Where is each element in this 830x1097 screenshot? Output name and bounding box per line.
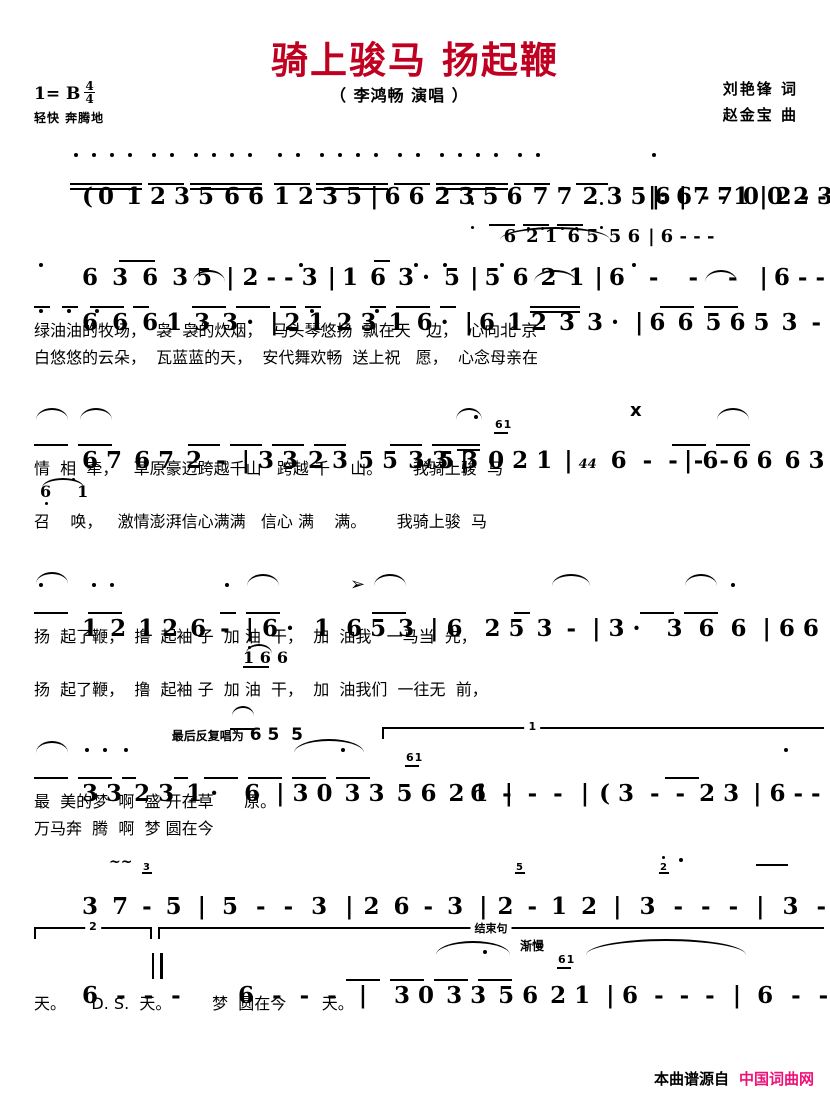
last-repeat-label: 最后反复唱为 <box>171 729 244 743</box>
footer-source: 本曲谱源自 中国词曲网 <box>654 1068 814 1089</box>
slur-row8-b <box>586 939 746 955</box>
performer-credit: （ 李鸿畅 演唱 ） <box>330 86 469 105</box>
score-row-8: 6--- 6---| 3 03 35 62 1| 6---|6---‖ 2 结束… <box>0 920 830 1035</box>
row-5-notes: 121 26-|6 ·16 53|62 53-|3 ·366|6 65 62-| <box>82 615 819 642</box>
row-2-notes: 6363 5|2 - - 3|163 ·5|5621|6---|6 - - -|… <box>82 264 826 291</box>
row-3-lyrics-verse2: 白悠悠的云朵， 瓦蓝蓝的天， 安代舞欢畅 送上祝 愿， 心念母亲在 <box>34 348 538 367</box>
portamento-row5: ➢ <box>350 574 366 595</box>
key-signature: 1= B44 <box>34 80 95 105</box>
score-row-6: 3 32 31 · 6 | 3 03 35 62 1 | 6- - - |( 3--2 3 | 6… <box>0 720 830 853</box>
grace-note-6-1-row8: 61 <box>558 953 575 966</box>
slur-row5-d <box>552 574 590 586</box>
second-ending-bracket: 2 <box>34 920 152 939</box>
footer-brand: 中国词曲网 <box>738 1070 814 1088</box>
slur-row4-d <box>717 408 749 420</box>
score-row-1: (0 1 2 3 56 61 2 3 5 | 6 62 3 5 67 72 3 5 6… <box>0 153 830 210</box>
first-ending-bracket: 1 <box>382 720 824 739</box>
row-4-lyrics-verse1: 情 相 牵， 草原豪迈跨越千山 跨越 千 山。 我骑上骏 马 <box>34 459 503 478</box>
last-repeat-notes: 6 5 5 <box>249 725 303 745</box>
row-5-lyrics-verse2: 扬 起了鞭， 撸 起袖 子 加 油 干， 加 油我们 一往无 前， <box>34 680 488 699</box>
second-ending-label: 2 <box>85 920 101 933</box>
score-row-5: 121 26-|6 ·16 53|62 53-|3 ·366|6 65 62-|… <box>0 572 830 703</box>
ending-phrase-bracket: 结束句 <box>158 920 824 939</box>
slur-row8-a <box>436 941 510 955</box>
row-4-notes-3: |66 66 33| <box>684 447 825 474</box>
footer-source-label: 本曲谱源自 <box>653 1070 729 1088</box>
ritard-marking: 渐慢 <box>520 939 545 953</box>
slur-row4-a <box>36 408 68 420</box>
slur-row6-a <box>36 741 68 753</box>
row-7-notes: 37-5|5--3|26-3|2-12|3---|3---2 3:‖ <box>82 893 827 920</box>
double-barline-1 <box>152 953 163 979</box>
row-8-notes-4: 6---|6---‖ <box>622 982 829 1009</box>
score-row-2: 62 16 55 6 | 6 - - - 6363 5 | 2 - - 3 | 1 6 3 · 5… <box>0 202 830 291</box>
slur-row5-c <box>374 574 406 586</box>
row-8-lyrics: 天。 D. S. 天。 梦 圆在今 天。 <box>34 994 354 1013</box>
row-6-lyrics-verse2: 万马奔 腾 啊 梦 圆在今 <box>34 819 214 838</box>
score-row-4: 6 76 7 2- | 3 32 35 53 3 | 24 5 30 2 1 | 44 6- - -… <box>0 400 830 540</box>
composer-credit: 赵金宝 曲 <box>722 106 798 124</box>
row-6-notes-2: 6---|( 3--2 3|6 - -1| <box>470 780 821 807</box>
slur-row4-c <box>456 408 482 420</box>
slur-row5-a <box>36 572 68 584</box>
slur-row5-e <box>685 574 717 586</box>
last-repeat-annotation: 最后反复唱为 6 5 5 <box>155 711 303 759</box>
score-row-7: 37-5|5--3|26-3|2-12|3---|3---2 3:‖ ~~ 3 … <box>0 854 830 920</box>
time-signature-denominator: 4 <box>85 92 94 106</box>
first-ending-label: 1 <box>524 720 541 733</box>
score-row-3: 666 133 ·|2 12 316 ·|61 233 ·|665 6 53-|… <box>0 270 830 372</box>
grace-note-6-1-row4: 61 <box>495 418 512 431</box>
row-1-notes-tail: ‖:6 - -1|2 - -3| <box>648 183 827 210</box>
tempo-marking: 轻快 奔腾地 <box>34 111 105 125</box>
mordent-row7: ~~ <box>109 854 133 870</box>
slur-row6-b <box>294 739 364 753</box>
page-title: 骑上骏马 扬起鞭 <box>271 39 559 82</box>
sheet-music-page: 骑上骏马 扬起鞭 1= B44 轻快 奔腾地 （ 李鸿畅 演唱 ） 刘艳锋 词 … <box>0 0 830 1097</box>
slur-row4-b <box>80 408 112 420</box>
slur-row5-b <box>247 574 279 586</box>
row-4-lyrics-verse2: 召 唤， 激情澎湃信心满满 信心 满 满。 我骑上骏 马 <box>34 512 487 531</box>
row-3-notes: 666 133 ·|2 12 316 ·|61 233 ·|665 6 53-|… <box>82 309 822 336</box>
row-5-lyrics-verse1: 扬 起了鞭， 撸 起袖 子 加 油 干， 加 油我 一马当 先， <box>34 627 477 646</box>
grace-note-6-1-row6: 61 <box>406 751 423 764</box>
row-6-lyrics-verse1: 最 美的梦 啊 盛 开在草 原。 <box>34 792 277 811</box>
time-signature: 44 <box>84 80 95 106</box>
lyricist-credit: 刘艳锋 词 <box>722 80 798 98</box>
segno-sign: x <box>630 400 642 421</box>
row-3-lyrics-verse1: 绿油油的牧场， 袅 袅的炊烟， 马头琴悠扬 飘在天 边， 心向北 京 <box>34 321 538 340</box>
key-label: 1= B <box>34 84 81 104</box>
ending-phrase-label: 结束句 <box>470 920 512 936</box>
